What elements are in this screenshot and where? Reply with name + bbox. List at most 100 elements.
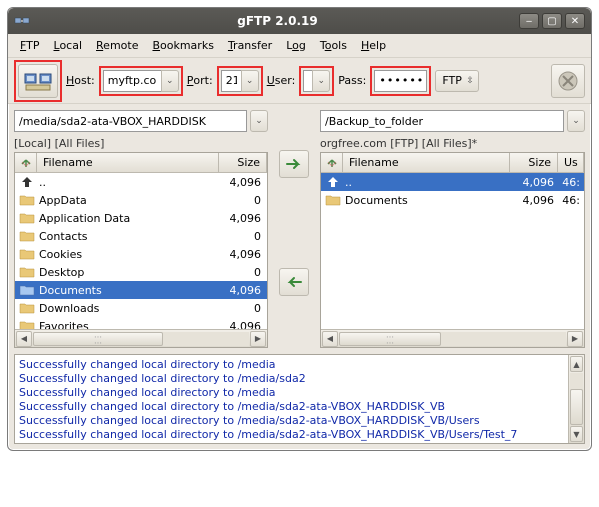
connect-highlight	[14, 60, 62, 102]
close-button[interactable]: ✕	[565, 13, 585, 29]
file-name: Application Data	[37, 212, 217, 225]
local-col-filename[interactable]: Filename	[37, 153, 219, 172]
local-hscroll[interactable]: ◀ ▶	[15, 329, 267, 347]
remote-col-filename[interactable]: Filename	[343, 153, 510, 172]
port-input[interactable]	[221, 70, 241, 92]
port-combo[interactable]: ⌄	[221, 70, 259, 92]
menu-bookmarks[interactable]: Bookmarks	[146, 36, 219, 55]
stop-button[interactable]	[551, 64, 585, 98]
menu-help[interactable]: Help	[355, 36, 392, 55]
menu-log[interactable]: Log	[280, 36, 312, 55]
remote-file-header: Filename Size Us	[321, 153, 584, 173]
log-vscroll[interactable]: ▲ ▼	[568, 355, 584, 443]
folder-icon	[17, 230, 37, 242]
folder-icon	[323, 194, 343, 206]
local-sort-icon[interactable]	[15, 153, 37, 172]
titlebar: gFTP 2.0.19 ‒ ▢ ✕	[8, 8, 591, 34]
parent-dir-icon	[323, 176, 343, 188]
connect-button[interactable]	[18, 64, 58, 98]
file-size: 0	[217, 302, 265, 315]
app-window: gFTP 2.0.19 ‒ ▢ ✕ FTP Local Remote Bookm…	[7, 7, 592, 451]
remote-col-us[interactable]: Us	[558, 153, 584, 172]
file-name: ..	[37, 176, 217, 189]
connection-toolbar: Host: ⌄ Port: ⌄ User: ⌄ Pass: FTP	[8, 58, 591, 104]
file-row[interactable]: Cookies4,096	[15, 245, 267, 263]
maximize-button[interactable]: ▢	[542, 13, 562, 29]
port-highlight: ⌄	[217, 66, 263, 96]
user-highlight: ⌄	[299, 66, 334, 96]
menu-transfer[interactable]: Transfer	[222, 36, 278, 55]
remote-sort-icon[interactable]	[321, 153, 343, 172]
host-dropdown-button[interactable]: ⌄	[161, 70, 179, 92]
host-combo[interactable]: ⌄	[103, 70, 179, 92]
local-path-input[interactable]	[14, 110, 247, 132]
remote-hscroll[interactable]: ◀ ▶	[321, 329, 584, 347]
remote-col-size[interactable]: Size	[510, 153, 558, 172]
file-name: Cookies	[37, 248, 217, 261]
file-size: 0	[217, 230, 265, 243]
user-dropdown-button[interactable]: ⌄	[312, 70, 330, 92]
folder-icon	[17, 320, 37, 329]
file-size: 0	[217, 266, 265, 279]
pass-label: Pass:	[338, 74, 366, 87]
file-size: 4,096	[217, 284, 265, 297]
file-us: 46:	[558, 176, 582, 189]
file-row[interactable]: ..4,096	[15, 173, 267, 191]
local-col-size[interactable]: Size	[219, 153, 267, 172]
menu-ftp[interactable]: FTP	[14, 36, 46, 55]
remote-path-dropdown[interactable]: ⌄	[567, 110, 585, 132]
file-row[interactable]: AppData0	[15, 191, 267, 209]
log-line: Successfully changed local directory to …	[19, 372, 564, 386]
scroll-up-icon[interactable]: ▲	[570, 356, 583, 372]
file-row[interactable]: Documents4,09646:	[321, 191, 584, 209]
file-name: ..	[343, 176, 510, 189]
scroll-right-icon[interactable]: ▶	[567, 331, 583, 347]
file-size: 4,096	[510, 194, 558, 207]
user-combo[interactable]: ⌄	[303, 70, 330, 92]
log-pane: Successfully changed local directory to …	[14, 354, 585, 444]
host-highlight: ⌄	[99, 66, 183, 96]
file-row[interactable]: Favorites4,096	[15, 317, 267, 329]
minimize-button[interactable]: ‒	[519, 13, 539, 29]
folder-icon	[17, 302, 37, 314]
user-input[interactable]	[303, 70, 312, 92]
scroll-right-icon[interactable]: ▶	[250, 331, 266, 347]
scroll-down-icon[interactable]: ▼	[570, 426, 583, 442]
main-panes: ⌄ [Local] [All Files] Filename Size ..4,…	[8, 104, 591, 354]
download-button[interactable]	[279, 268, 309, 296]
menu-tools[interactable]: Tools	[314, 36, 353, 55]
transfer-buttons	[274, 110, 314, 348]
upload-button[interactable]	[279, 150, 309, 178]
folder-icon	[17, 284, 37, 296]
log-line: Successfully changed local directory to …	[19, 358, 564, 372]
file-row[interactable]: Documents4,096	[15, 281, 267, 299]
menu-remote[interactable]: Remote	[90, 36, 144, 55]
local-path-dropdown[interactable]: ⌄	[250, 110, 268, 132]
parent-dir-icon	[17, 176, 37, 188]
folder-icon	[17, 248, 37, 260]
local-filter-label: [Local] [All Files]	[14, 135, 268, 152]
file-size: 4,096	[217, 320, 265, 330]
remote-path-input[interactable]	[320, 110, 564, 132]
file-row[interactable]: Application Data4,096	[15, 209, 267, 227]
folder-icon	[17, 212, 37, 224]
scroll-left-icon[interactable]: ◀	[16, 331, 32, 347]
local-file-list[interactable]: Filename Size ..4,096AppData0Application…	[14, 152, 268, 348]
file-name: AppData	[37, 194, 217, 207]
menu-local[interactable]: Local	[48, 36, 89, 55]
file-name: Contacts	[37, 230, 217, 243]
pass-input[interactable]	[374, 70, 427, 92]
port-dropdown-button[interactable]: ⌄	[241, 70, 259, 92]
remote-pane: ⌄ orgfree.com [FTP] [All Files]* Filenam…	[320, 110, 585, 348]
file-row[interactable]: ..4,09646:	[321, 173, 584, 191]
pass-highlight	[370, 66, 431, 96]
file-row[interactable]: Desktop0	[15, 263, 267, 281]
scroll-left-icon[interactable]: ◀	[322, 331, 338, 347]
file-size: 4,096	[217, 176, 265, 189]
file-row[interactable]: Contacts0	[15, 227, 267, 245]
protocol-selector[interactable]: FTP	[435, 70, 479, 92]
remote-file-list[interactable]: Filename Size Us ..4,09646:Documents4,09…	[320, 152, 585, 348]
file-row[interactable]: Downloads0	[15, 299, 267, 317]
host-input[interactable]	[103, 70, 161, 92]
folder-icon	[17, 266, 37, 278]
